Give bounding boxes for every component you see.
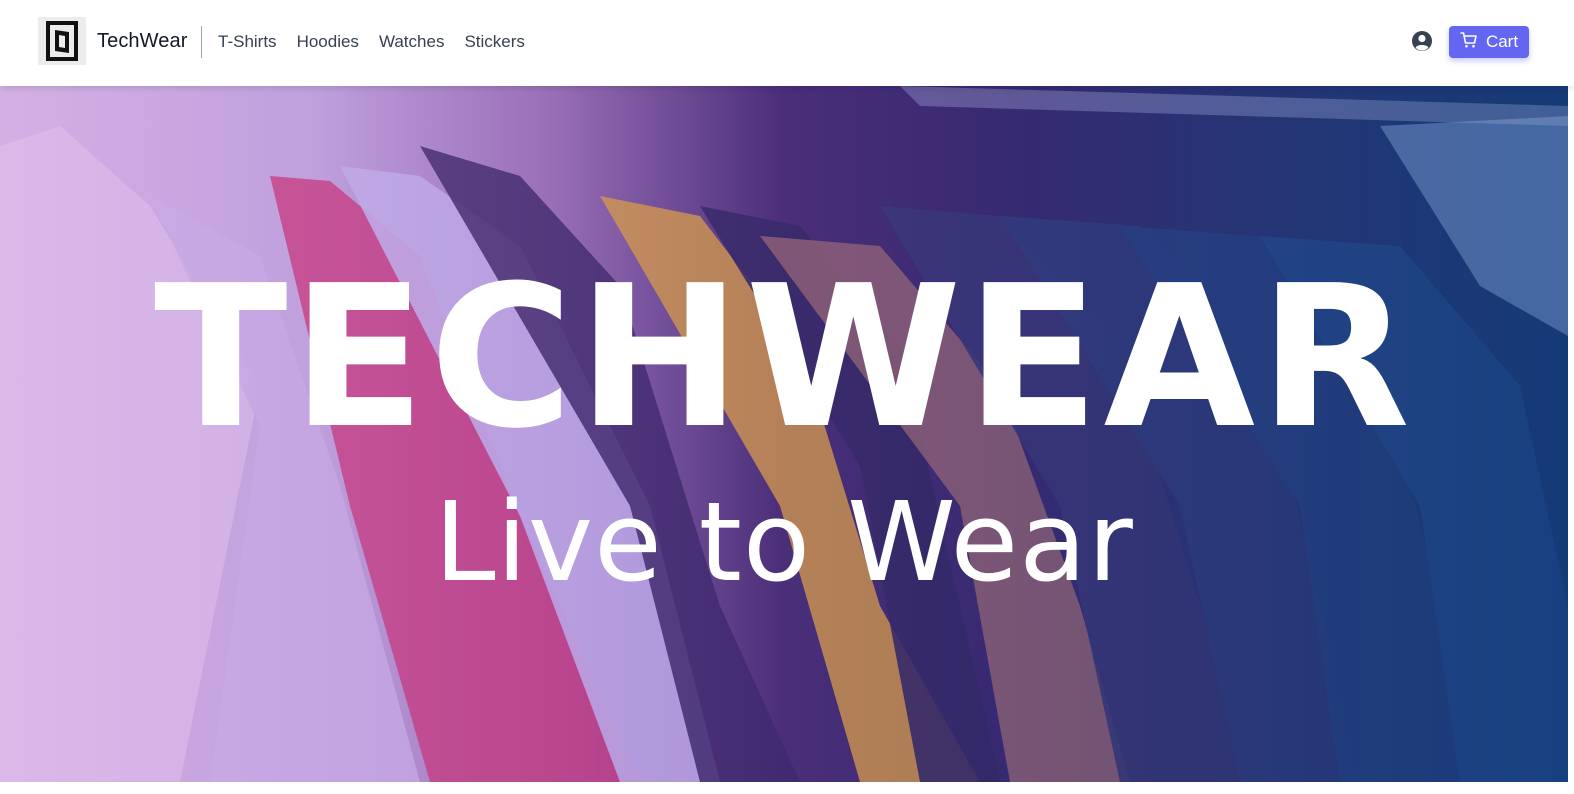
cart-button[interactable]: Cart	[1449, 26, 1529, 58]
brand-name[interactable]: TechWear	[97, 30, 187, 53]
hero-banner: TECHWEAR Live to Wear	[0, 86, 1568, 782]
nav-link-stickers[interactable]: Stickers	[464, 32, 524, 52]
user-circle-icon[interactable]	[1411, 30, 1433, 52]
nav-link-t-shirts[interactable]: T-Shirts	[218, 32, 277, 52]
nav-link-watches[interactable]: Watches	[379, 32, 445, 52]
brand-divider	[201, 26, 202, 58]
hero-subtitle: Live to Wear	[434, 478, 1134, 606]
shopping-cart-icon	[1460, 31, 1478, 54]
cart-label: Cart	[1485, 32, 1519, 51]
nav-link-hoodies[interactable]: Hoodies	[297, 32, 359, 52]
techwear-logo-icon[interactable]	[38, 17, 86, 65]
top-navbar: TechWear T-Shirts Hoodies Watches Sticke…	[0, 0, 1574, 86]
category-nav: T-Shirts Hoodies Watches Stickers	[218, 32, 525, 52]
hero-title: TECHWEAR	[153, 244, 1415, 472]
